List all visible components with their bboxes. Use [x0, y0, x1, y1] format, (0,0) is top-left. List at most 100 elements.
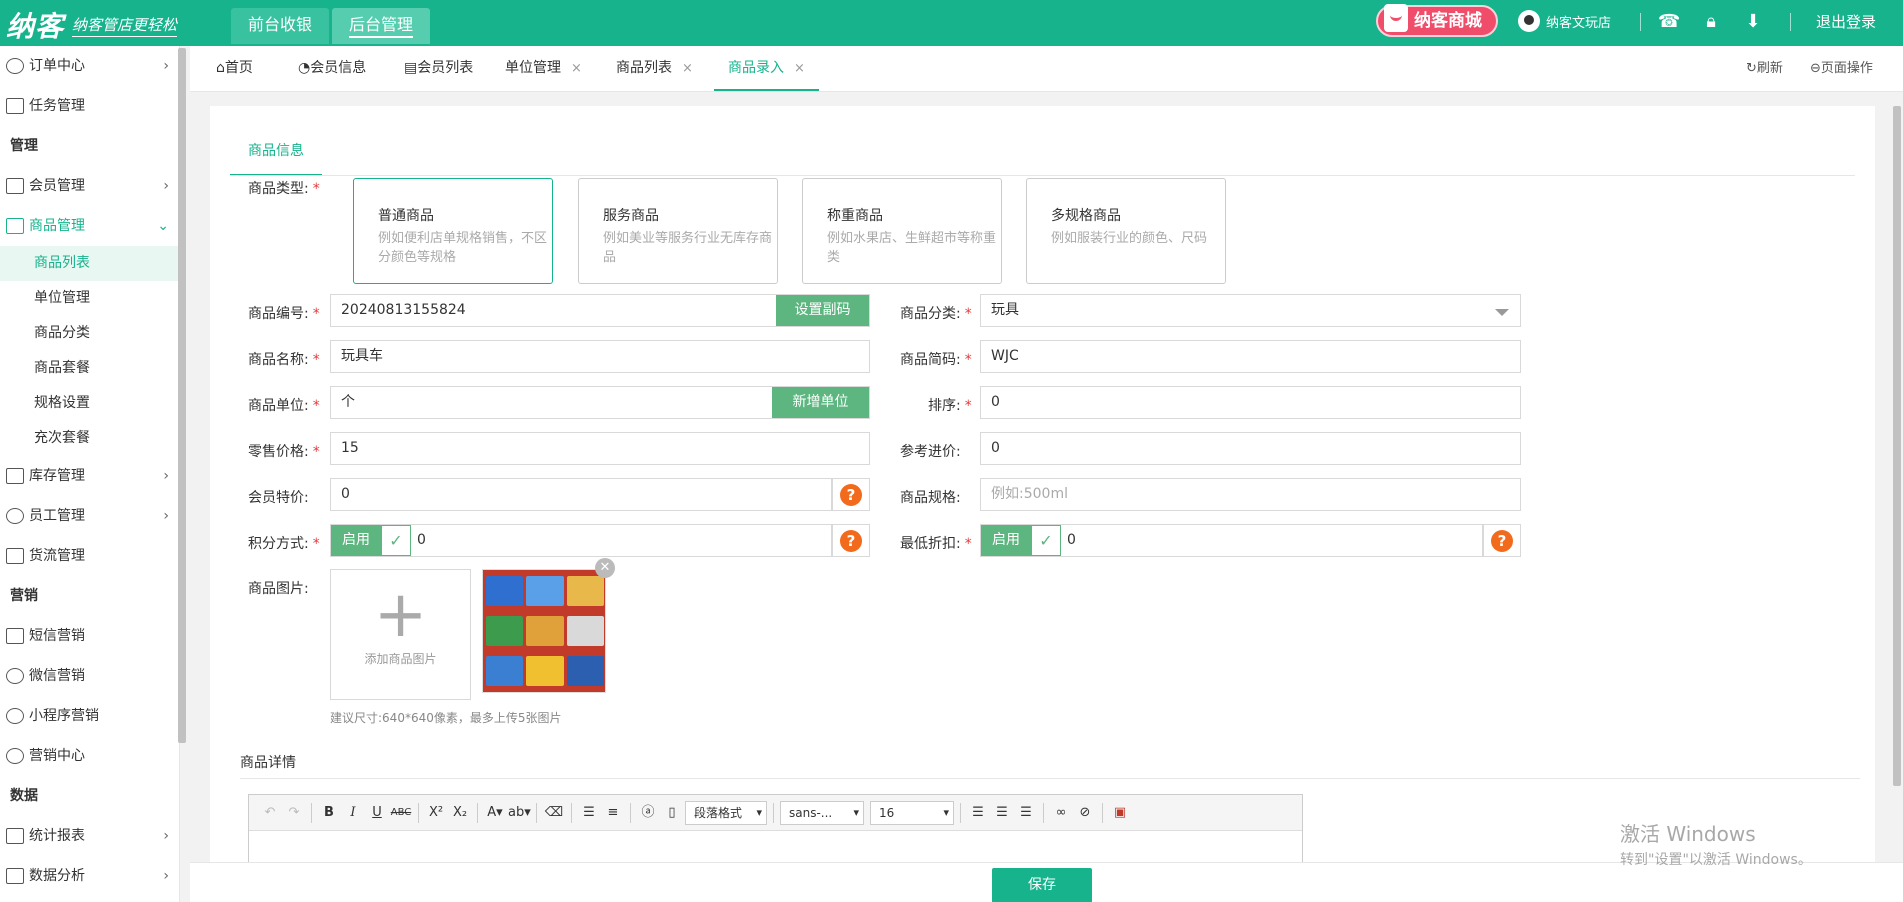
tab-unit-management[interactable]: 单位管理 ×: [505, 46, 582, 91]
main-scrollbar[interactable]: [1893, 106, 1901, 786]
label-text: 商品简码:: [900, 352, 961, 368]
tab-home[interactable]: ⌂首页: [216, 46, 253, 91]
sidebar-item-reports[interactable]: 统计报表 ›: [0, 816, 179, 856]
watermark-title: 激活 Windows: [1620, 822, 1756, 846]
retail-price-input[interactable]: 15: [330, 432, 870, 465]
goods-name-input[interactable]: 玩具车: [330, 340, 870, 373]
paragraph-format-select[interactable]: 段落格式: [685, 800, 767, 825]
help-icon[interactable]: ?: [1491, 530, 1513, 552]
help-icon[interactable]: ?: [840, 530, 862, 552]
spec-input[interactable]: 例如:500ml: [980, 478, 1521, 511]
mall-button[interactable]: 纳客商城: [1376, 4, 1498, 37]
document-icon[interactable]: ▯: [661, 802, 683, 824]
lock-icon[interactable]: 🔒︎: [1700, 11, 1722, 33]
goods-detail-title: 商品详情: [240, 755, 296, 771]
add-image-button[interactable]: + 添加商品图片: [330, 569, 471, 700]
category-select[interactable]: 玩具: [980, 294, 1521, 327]
chevron-down-icon: [1495, 309, 1509, 316]
refresh-button[interactable]: ↻刷新: [1746, 46, 1783, 91]
sidebar-item-wechat[interactable]: 微信营销: [0, 656, 179, 696]
remove-image-icon[interactable]: ✕: [595, 558, 615, 578]
tab-member-info[interactable]: ◔会员信息: [298, 46, 366, 91]
tab-goods-list[interactable]: 商品列表 ×: [616, 46, 693, 91]
superscript-icon[interactable]: X²: [425, 802, 447, 824]
logout-button[interactable]: 退出登录: [1816, 11, 1876, 32]
strikethrough-icon[interactable]: ABC: [390, 802, 412, 824]
sort-input[interactable]: 0: [980, 386, 1521, 419]
cost-price-input[interactable]: 0: [980, 432, 1521, 465]
bold-icon[interactable]: B: [318, 802, 340, 824]
tab-goods-info[interactable]: 商品信息: [230, 126, 322, 176]
italic-icon[interactable]: I: [342, 802, 364, 824]
sidebar-item-orders[interactable]: 订单中心 ›: [0, 46, 179, 86]
member-price-input[interactable]: 0: [330, 478, 832, 511]
sidebar-subitem-units[interactable]: 单位管理: [0, 281, 179, 316]
help-icon[interactable]: ?: [840, 484, 862, 506]
text-box-icon[interactable]: ⓐ: [637, 802, 659, 824]
ordered-list-icon[interactable]: ☰: [578, 802, 600, 824]
sidebar-subitem-packages[interactable]: 商品套餐: [0, 351, 179, 386]
short-code-input[interactable]: WJC: [980, 340, 1521, 373]
label-text: 零售价格:: [248, 444, 309, 460]
font-color-icon[interactable]: A▾: [484, 802, 506, 824]
sidebar-item-members[interactable]: 会员管理 ›: [0, 166, 179, 206]
close-icon[interactable]: ×: [794, 61, 805, 76]
link-icon[interactable]: ∞: [1050, 802, 1072, 824]
user-menu[interactable]: 纳客文玩店: [1518, 10, 1611, 32]
add-unit-button[interactable]: 新增单位: [772, 387, 869, 418]
type-card-normal[interactable]: 普通商品 例如便利店单规格销售，不区分颜色等规格: [353, 178, 553, 284]
image-icon[interactable]: ▣: [1109, 802, 1131, 824]
retail-price-label: 零售价格: *: [248, 441, 320, 461]
align-center-icon[interactable]: ☰: [991, 802, 1013, 824]
font-size-select[interactable]: 16: [870, 800, 954, 825]
sidebar-item-tasks[interactable]: 任务管理: [0, 86, 179, 126]
sidebar-subitem-goods-list[interactable]: 商品列表: [0, 246, 179, 281]
label-text: 排序:: [928, 398, 961, 414]
sidebar-item-label: 货流管理: [29, 548, 85, 564]
target-icon: [6, 748, 24, 764]
sidebar-item-sms[interactable]: 短信营销: [0, 616, 179, 656]
tab-front-cashier[interactable]: 前台收银: [231, 8, 330, 44]
type-card-weighing[interactable]: 称重商品 例如水果店、生鲜超市等称重类: [802, 178, 1002, 284]
highlight-icon[interactable]: ab▾: [508, 802, 531, 824]
sidebar-item-stock[interactable]: 库存管理 ›: [0, 456, 179, 496]
sidebar-subitem-categories[interactable]: 商品分类: [0, 316, 179, 351]
download-icon[interactable]: ⬇: [1742, 11, 1764, 33]
points-toggle[interactable]: 启用 ✓: [331, 525, 411, 556]
sidebar-item-goods[interactable]: 商品管理 ⌄: [0, 206, 179, 246]
required-mark: *: [312, 306, 320, 322]
undo-icon[interactable]: ↶: [259, 802, 281, 824]
set-barcode-button[interactable]: 设置副码: [776, 295, 869, 326]
unordered-list-icon[interactable]: ≡: [602, 802, 624, 824]
redo-icon[interactable]: ↷: [283, 802, 305, 824]
save-button[interactable]: 保存: [992, 868, 1092, 902]
required-mark: *: [312, 444, 320, 460]
eraser-icon[interactable]: ⌫: [543, 802, 565, 824]
support-icon[interactable]: ☎: [1658, 11, 1680, 33]
type-card-multi-spec[interactable]: 多规格商品 例如服装行业的颜色、尺码: [1026, 178, 1226, 284]
sidebar-item-logistics[interactable]: 货流管理: [0, 536, 179, 576]
subscript-icon[interactable]: X₂: [449, 802, 471, 824]
tab-backend-admin[interactable]: 后台管理: [332, 8, 431, 44]
sidebar-item-analysis[interactable]: 数据分析 ›: [0, 856, 179, 896]
close-icon[interactable]: ×: [571, 61, 582, 76]
tab-member-list[interactable]: ▤会员列表: [404, 46, 473, 91]
divider: [477, 802, 478, 823]
align-left-icon[interactable]: ☰: [967, 802, 989, 824]
sidebar-item-miniapp[interactable]: 小程序营销: [0, 696, 179, 736]
sidebar-subitem-recharge[interactable]: 充次套餐: [0, 421, 179, 456]
sidebar-subitem-specs[interactable]: 规格设置: [0, 386, 179, 421]
close-icon[interactable]: ×: [682, 61, 693, 76]
font-family-select[interactable]: sans-...: [780, 800, 864, 825]
underline-icon[interactable]: U: [366, 802, 388, 824]
goods-image-thumbnail[interactable]: [482, 569, 606, 693]
page-ops-button[interactable]: ⊖页面操作: [1810, 46, 1873, 91]
type-card-service[interactable]: 服务商品 例如美业等服务行业无库存商品: [578, 178, 778, 284]
unlink-icon[interactable]: ⊘: [1074, 802, 1096, 824]
sidebar-scrollbar[interactable]: [178, 48, 186, 743]
discount-toggle[interactable]: 启用 ✓: [981, 525, 1061, 556]
sidebar-item-marketing-center[interactable]: 营销中心: [0, 736, 179, 776]
tab-goods-entry[interactable]: 商品录入 ×: [714, 46, 819, 91]
align-right-icon[interactable]: ☰: [1015, 802, 1037, 824]
sidebar-item-staff[interactable]: 员工管理 ›: [0, 496, 179, 536]
